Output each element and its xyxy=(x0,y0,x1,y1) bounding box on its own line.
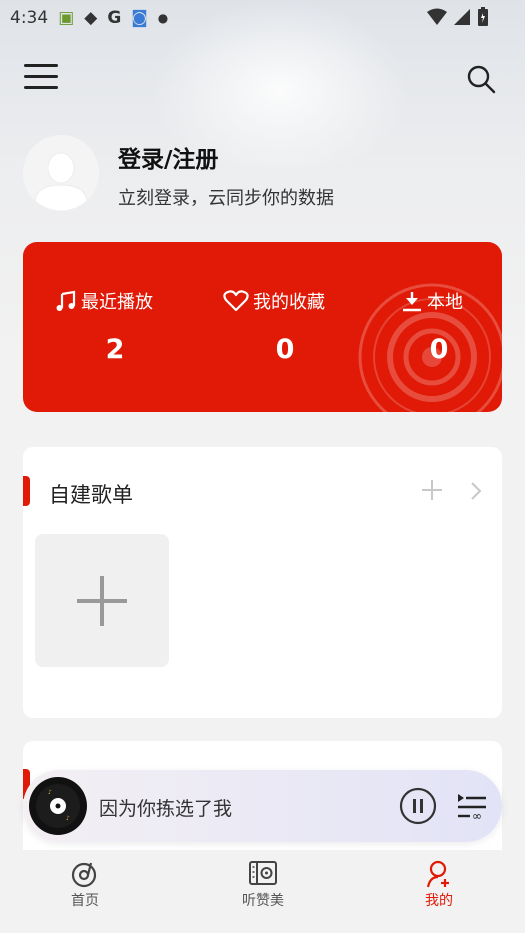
svg-text:♪: ♪ xyxy=(66,815,70,822)
avatar[interactable] xyxy=(23,135,99,211)
stat-recent[interactable]: 最近播放 2 xyxy=(55,288,175,365)
stat-recent-value: 2 xyxy=(105,334,125,365)
signal-icon xyxy=(454,9,470,25)
battery-icon xyxy=(478,7,488,26)
stat-local-label: 本地 xyxy=(427,292,463,313)
album-disc-icon: ♪ ♪ xyxy=(29,777,87,835)
svg-text:♪: ♪ xyxy=(48,789,52,796)
status-time: 4:34 xyxy=(10,8,49,28)
wifi-icon xyxy=(427,8,447,25)
heart-icon xyxy=(223,290,249,312)
plus-icon xyxy=(77,576,127,626)
section-accent-bar xyxy=(23,476,30,506)
tab-mine[interactable]: 我的 xyxy=(394,860,484,910)
tab-home[interactable]: 首页 xyxy=(40,860,130,910)
default-avatar-icon xyxy=(23,135,99,211)
stat-favorites-value: 0 xyxy=(275,334,295,365)
chevron-right-icon[interactable] xyxy=(469,481,483,501)
tab-mine-label: 我的 xyxy=(425,893,453,909)
add-playlist-icon[interactable] xyxy=(421,479,443,501)
menu-icon-line xyxy=(24,75,58,78)
person-icon xyxy=(426,860,449,888)
stat-local-label-row: 本地 xyxy=(401,288,477,314)
stat-favorites-label: 我的收藏 xyxy=(253,292,325,313)
playlist-section-title: 自建歌单 xyxy=(49,483,133,507)
search-icon[interactable] xyxy=(466,64,496,94)
download-icon xyxy=(403,292,421,312)
stats-card: 最近播放 2 我的收藏 0 本地 0 xyxy=(23,242,502,412)
google-icon: G xyxy=(107,8,122,28)
disc-note-icon xyxy=(71,862,97,888)
create-playlist-tile[interactable] xyxy=(35,534,169,667)
tab-praise-label: 听赞美 xyxy=(242,893,284,909)
playlist-card: 自建歌单 xyxy=(23,447,502,718)
dot-icon: ● xyxy=(157,11,169,25)
tab-home-label: 首页 xyxy=(71,893,99,909)
stat-recent-label: 最近播放 xyxy=(81,292,153,313)
browser-icon: ◙ xyxy=(131,8,148,28)
mini-player[interactable]: ♪ ♪ 因为你拣选了我 ∞ xyxy=(23,770,502,842)
playlist-queue-icon[interactable]: ∞ xyxy=(456,792,488,822)
radio-icon xyxy=(249,861,277,885)
stat-local-value: 0 xyxy=(429,334,449,365)
diamond-icon: ◆ xyxy=(84,8,98,28)
svg-text:∞: ∞ xyxy=(472,809,482,822)
status-bar: 4:34 ▣ ◆ G ◙ ● xyxy=(0,0,525,36)
tab-praise[interactable]: 听赞美 xyxy=(218,860,308,910)
stat-favorites[interactable]: 我的收藏 0 xyxy=(223,288,347,365)
stat-local[interactable]: 本地 0 xyxy=(401,288,477,365)
now-playing-title: 因为你拣选了我 xyxy=(99,798,233,820)
stat-favorites-label-row: 我的收藏 xyxy=(223,288,347,314)
music-note-icon xyxy=(56,290,76,311)
menu-button[interactable] xyxy=(24,64,58,92)
menu-icon-line xyxy=(24,64,58,67)
pause-icon[interactable] xyxy=(399,787,437,825)
status-right-icons xyxy=(427,7,489,27)
bottom-tab-bar: 首页 听赞美 我的 xyxy=(0,850,525,933)
login-subtitle: 立刻登录，云同步你的数据 xyxy=(118,188,334,209)
menu-icon-line xyxy=(24,86,58,89)
stat-recent-label-row: 最近播放 xyxy=(55,288,175,314)
login-title[interactable]: 登录/注册 xyxy=(118,140,218,174)
android-icon: ▣ xyxy=(58,8,75,28)
